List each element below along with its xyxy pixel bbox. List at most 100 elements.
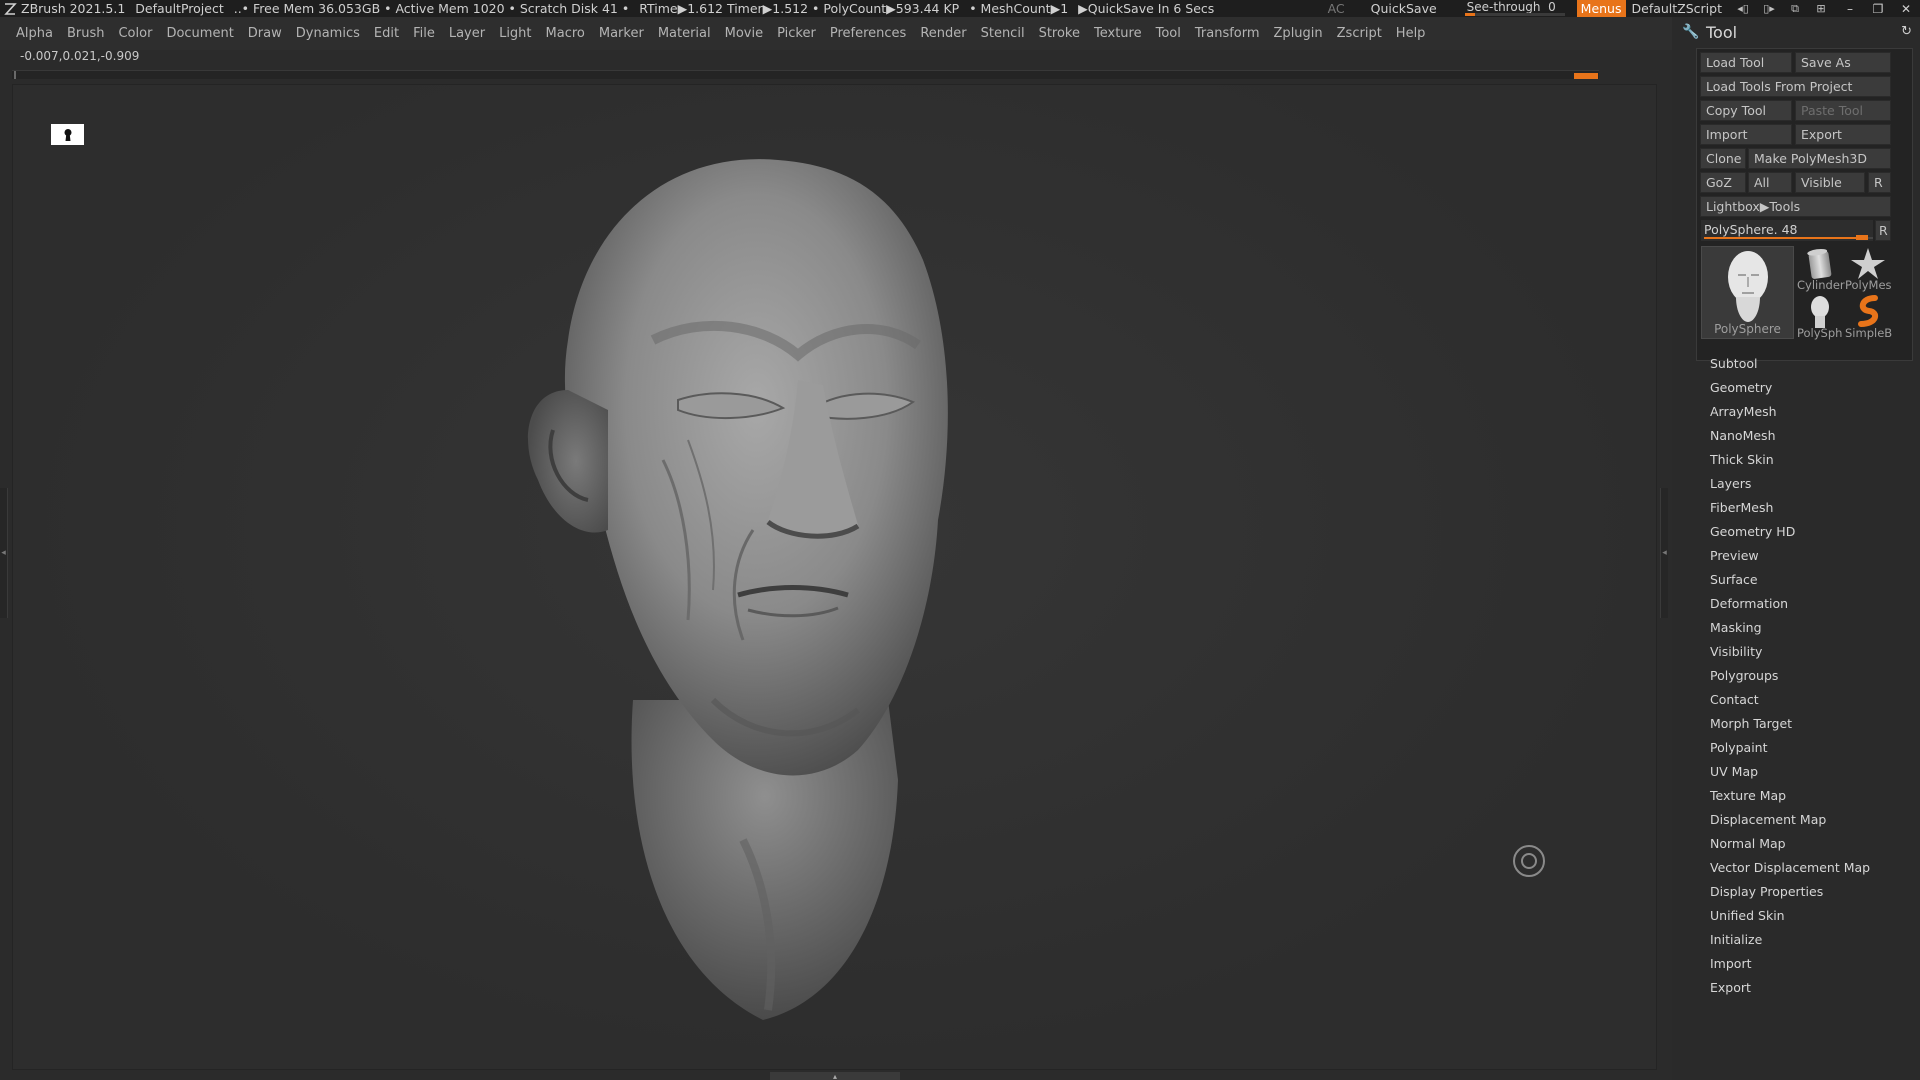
goz-r-button[interactable]: R	[1868, 172, 1891, 193]
subpalette-initialize[interactable]: Initialize	[1710, 928, 1910, 952]
see-through-label: See-through	[1466, 0, 1541, 14]
subpalette-nanomesh[interactable]: NanoMesh	[1710, 424, 1910, 448]
subpalette-export[interactable]: Export	[1710, 976, 1910, 1000]
see-through-slider[interactable]: See-through 0	[1463, 0, 1567, 17]
subpalette-deformation[interactable]: Deformation	[1710, 592, 1910, 616]
subpalette-unified-skin[interactable]: Unified Skin	[1710, 904, 1910, 928]
menu-edit[interactable]: Edit	[374, 26, 399, 41]
meshcount-stat: • MeshCount▶1	[969, 1, 1069, 16]
menus-toggle-button[interactable]: Menus	[1576, 0, 1626, 17]
subpalette-vector-displacement-map[interactable]: Vector Displacement Map	[1710, 856, 1910, 880]
subpalette-displacement-map[interactable]: Displacement Map	[1710, 808, 1910, 832]
subpalette-preview[interactable]: Preview	[1710, 544, 1910, 568]
clone-button[interactable]: Clone	[1700, 148, 1746, 169]
menu-document[interactable]: Document	[166, 26, 233, 41]
close-icon[interactable]: ✕	[1892, 0, 1920, 17]
subpalette-masking[interactable]: Masking	[1710, 616, 1910, 640]
subpalette-layers[interactable]: Layers	[1710, 472, 1910, 496]
menu-picker[interactable]: Picker	[777, 26, 816, 41]
goz-all-button[interactable]: All	[1748, 172, 1792, 193]
import-button[interactable]: Import	[1700, 124, 1792, 145]
default-zscript-button[interactable]: DefaultZScript	[1632, 1, 1723, 16]
menu-preferences[interactable]: Preferences	[830, 26, 906, 41]
subpalette-display-properties[interactable]: Display Properties	[1710, 880, 1910, 904]
menu-help[interactable]: Help	[1396, 26, 1426, 41]
menu-movie[interactable]: Movie	[725, 26, 763, 41]
cylinder-thumbnail[interactable]: Cylinder	[1797, 246, 1845, 292]
color-scheme-icon[interactable]: ⊞	[1810, 0, 1832, 17]
subpalette-polypaint[interactable]: Polypaint	[1710, 736, 1910, 760]
menu-stencil[interactable]: Stencil	[981, 26, 1025, 41]
menu-render[interactable]: Render	[920, 26, 966, 41]
subpalette-polygroups[interactable]: Polygroups	[1710, 664, 1910, 688]
right-tray-handle[interactable]: ◂	[1660, 488, 1668, 618]
copy-tool-button[interactable]: Copy Tool	[1700, 100, 1792, 121]
current-tool-slider[interactable]: PolySphere. 48	[1701, 220, 1873, 241]
subpalette-contact[interactable]: Contact	[1710, 688, 1910, 712]
goz-visible-button[interactable]: Visible	[1795, 172, 1865, 193]
top-shelf-strip	[12, 70, 1599, 79]
menu-texture[interactable]: Texture	[1094, 26, 1142, 41]
subpalette-import[interactable]: Import	[1710, 952, 1910, 976]
menu-brush[interactable]: Brush	[67, 26, 105, 41]
menu-file[interactable]: File	[413, 26, 435, 41]
lightbox-tools-button[interactable]: Lightbox▶Tools	[1700, 196, 1891, 217]
left-tray-handle[interactable]: ◂	[0, 488, 8, 618]
subpalette-surface[interactable]: Surface	[1710, 568, 1910, 592]
make-polymesh3d-button[interactable]: Make PolyMesh3D	[1748, 148, 1891, 169]
menu-draw[interactable]: Draw	[248, 26, 282, 41]
menu-transform[interactable]: Transform	[1195, 26, 1260, 41]
load-tools-from-project-button[interactable]: Load Tools From Project	[1700, 76, 1891, 97]
subpalette-normal-map[interactable]: Normal Map	[1710, 832, 1910, 856]
menu-alpha[interactable]: Alpha	[16, 26, 53, 41]
polysph-thumbnail[interactable]: PolySph	[1797, 294, 1843, 340]
minimize-icon[interactable]: –	[1836, 0, 1864, 17]
menu-marker[interactable]: Marker	[599, 26, 644, 41]
menu-material[interactable]: Material	[658, 26, 711, 41]
menu-tool[interactable]: Tool	[1156, 26, 1181, 41]
goz-button[interactable]: GoZ	[1700, 172, 1746, 193]
subpalette-texture-map[interactable]: Texture Map	[1710, 784, 1910, 808]
menu-stroke[interactable]: Stroke	[1039, 26, 1080, 41]
subpalette-geometry[interactable]: Geometry	[1710, 376, 1910, 400]
refresh-icon[interactable]: ↻	[1901, 24, 1912, 39]
menu-color[interactable]: Color	[118, 26, 152, 41]
polymesh-thumbnail[interactable]: PolyMes	[1845, 246, 1892, 292]
simpleb-thumbnail[interactable]: SimpleB	[1845, 294, 1892, 340]
load-tool-button[interactable]: Load Tool	[1700, 52, 1792, 73]
layout-prev-icon[interactable]: ◂▯	[1732, 0, 1754, 17]
subpalette-arraymesh[interactable]: ArrayMesh	[1710, 400, 1910, 424]
sculpted-head-model[interactable]	[513, 140, 1043, 1030]
subpalette-geometry-hd[interactable]: Geometry HD	[1710, 520, 1910, 544]
ui-layout-icon[interactable]: ⧉	[1784, 0, 1806, 17]
save-as-button[interactable]: Save As	[1795, 52, 1891, 73]
tool-palette-title[interactable]: Tool	[1706, 23, 1737, 42]
subpalette-thick-skin[interactable]: Thick Skin	[1710, 448, 1910, 472]
restore-icon[interactable]: ❐	[1864, 0, 1892, 17]
tool-r-button[interactable]: R	[1875, 220, 1891, 241]
subpalette-fibermesh[interactable]: FiberMesh	[1710, 496, 1910, 520]
current-tool-knob[interactable]	[1855, 235, 1868, 240]
menu-zscript[interactable]: Zscript	[1337, 26, 1382, 41]
menu-layer[interactable]: Layer	[449, 26, 485, 41]
subpalette-morph-target[interactable]: Morph Target	[1710, 712, 1910, 736]
menu-macro[interactable]: Macro	[546, 26, 585, 41]
subpalette-uv-map[interactable]: UV Map	[1710, 760, 1910, 784]
rotation-gizmo-icon[interactable]	[1513, 845, 1545, 877]
quicksave-button[interactable]: QuickSave	[1371, 1, 1437, 16]
subpalette-subtool[interactable]: Subtool	[1710, 352, 1910, 376]
document-canvas[interactable]	[12, 84, 1657, 1070]
subpalette-visibility[interactable]: Visibility	[1710, 640, 1910, 664]
export-button[interactable]: Export	[1795, 124, 1891, 145]
strip-marker[interactable]	[1574, 73, 1598, 79]
polysphere-thumbnail[interactable]: PolySphere	[1701, 246, 1794, 339]
menu-light[interactable]: Light	[499, 26, 531, 41]
paste-tool-button[interactable]: Paste Tool	[1795, 100, 1891, 121]
ac-toggle[interactable]: AC	[1328, 1, 1345, 16]
layout-next-icon[interactable]: ▯▸	[1758, 0, 1780, 17]
menu-zplugin[interactable]: Zplugin	[1274, 26, 1323, 41]
title-bar-right: AC QuickSave See-through 0 Menus Default…	[1328, 0, 1920, 17]
keyhole-icon[interactable]	[51, 124, 84, 145]
bottom-tray-handle[interactable]: ▴	[770, 1072, 900, 1080]
menu-dynamics[interactable]: Dynamics	[296, 26, 360, 41]
